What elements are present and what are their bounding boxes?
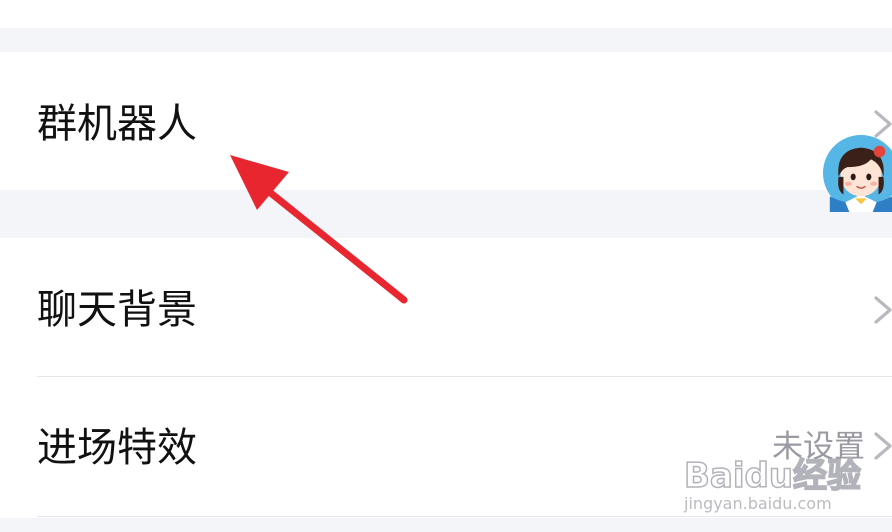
chat-background-row[interactable]: 聊天背景 bbox=[0, 238, 892, 378]
robot-avatar-icon bbox=[822, 134, 892, 212]
row-divider bbox=[37, 376, 892, 377]
group-robot-row[interactable]: 群机器人 bbox=[0, 52, 892, 212]
watermark-url: jingyan.baidu.com bbox=[684, 494, 832, 513]
top-section-edge bbox=[0, 0, 892, 28]
group-robot-label: 群机器人 bbox=[37, 101, 197, 147]
baidu-watermark: Baidu经验 jingyan.baidu.com bbox=[680, 448, 880, 520]
settings-page: 群机器人 聊天背景 进场特效 未设置 Baidu经验 jingyan.baidu… bbox=[0, 0, 892, 532]
watermark-brand: Baidu经验 bbox=[683, 455, 862, 497]
chevron-right-icon bbox=[874, 296, 892, 324]
chat-background-label: 聊天背景 bbox=[37, 287, 197, 333]
entrance-effect-label: 进场特效 bbox=[37, 425, 197, 471]
chevron-right-icon bbox=[874, 110, 892, 138]
